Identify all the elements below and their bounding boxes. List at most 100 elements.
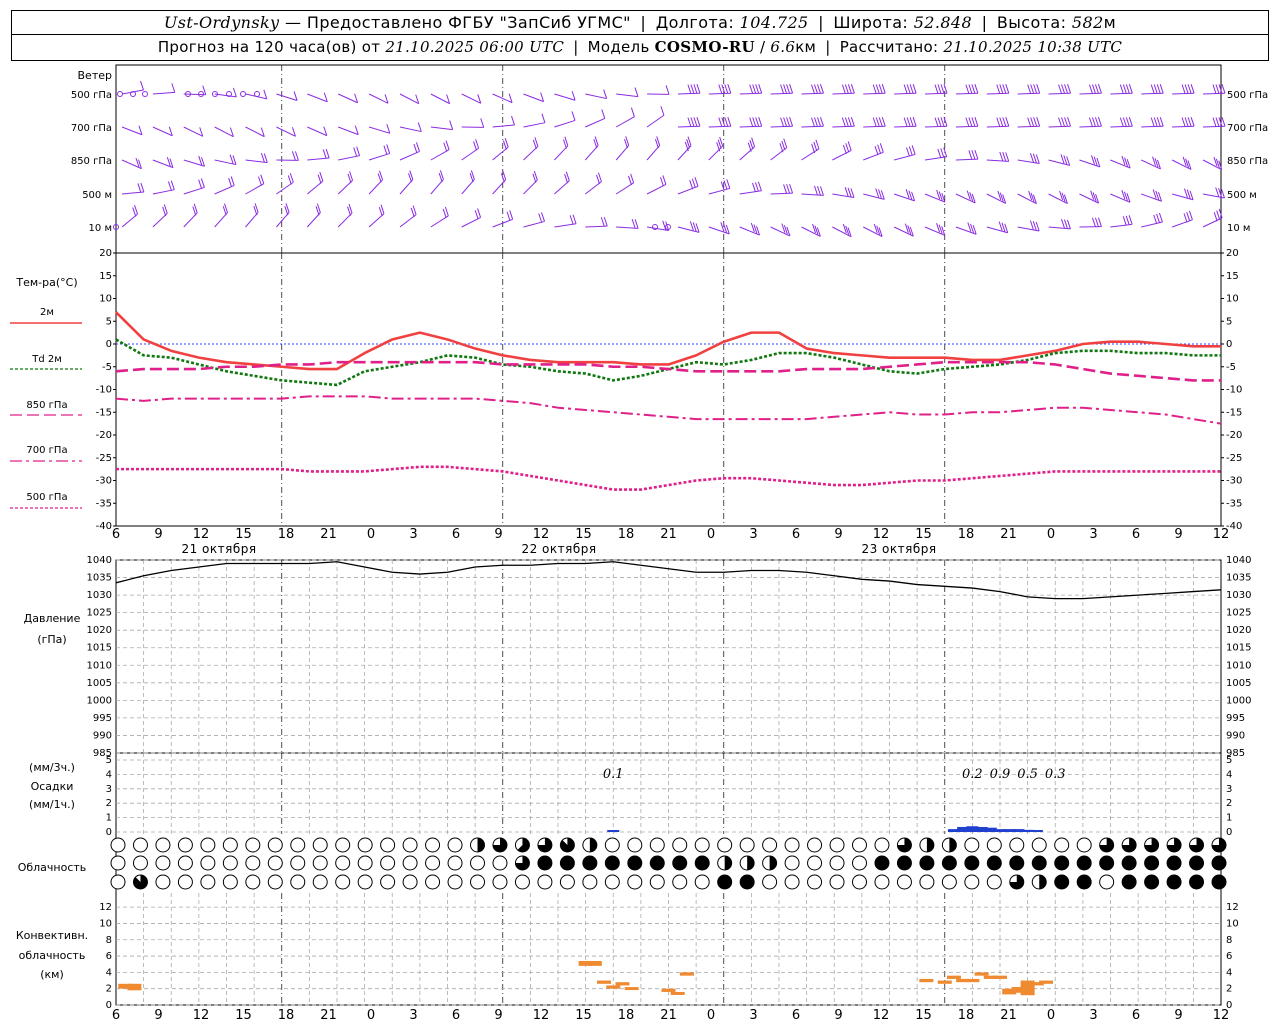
cloud-circle [267, 837, 283, 853]
cloud-symbol [537, 837, 553, 853]
wind-barb-feather [842, 144, 847, 155]
cloud-symbol [762, 837, 778, 853]
wind-barb-feather [1156, 117, 1161, 127]
wind-barb-feather [167, 181, 172, 191]
wind-barb-feather [260, 174, 265, 184]
conv-cloud-bar [606, 985, 621, 989]
wind-barb-feather [1215, 187, 1220, 197]
x-tick-label-bottom: 0 [707, 1008, 715, 1023]
cloud-symbol [1054, 855, 1070, 871]
cloud-circle [672, 837, 688, 853]
cloud-symbol [919, 837, 935, 853]
conv-title-3: (км) [40, 968, 64, 981]
cloud-symbol [1121, 855, 1137, 871]
cloud-circle [110, 874, 126, 890]
cloud-symbol [896, 874, 912, 890]
wind-barb-feather [844, 187, 849, 197]
conv-y-tick-right: 4 [1226, 967, 1232, 978]
wind-barb-feather [1028, 190, 1033, 201]
wind-barb-feather [413, 143, 418, 154]
wind-barb-feather [1061, 219, 1065, 229]
x-tick-label-bottom: 21 [1000, 1008, 1017, 1023]
pressure-y-tick-right: 1000 [1226, 695, 1251, 706]
wind-calm-circle [142, 91, 148, 97]
cloud-circle [312, 874, 328, 890]
wind-barb-feather [1128, 84, 1133, 94]
cloud-symbol [470, 837, 486, 853]
conv-cloud-bar [993, 975, 1007, 979]
wind-barb-feather [816, 185, 821, 196]
wind-barb-feather [783, 184, 788, 194]
wind-level-700hpa-right: 700 гПа [1227, 123, 1268, 134]
wind-barb-feather [937, 117, 942, 127]
cloud-symbol [739, 855, 755, 871]
cloud-symbol [200, 855, 216, 871]
cloud-circle [1121, 874, 1137, 890]
wind-barb-feather [749, 117, 754, 127]
wind-barb-feather [813, 84, 818, 94]
cloud-symbol [807, 837, 823, 853]
cloud-symbol [312, 874, 328, 890]
wind-barb-feather [443, 142, 448, 152]
cloud-circle [222, 837, 238, 853]
wind-barb-feather [718, 117, 723, 127]
wind-barb-feather [690, 84, 695, 94]
wind-barb-feather [936, 189, 941, 200]
conv-y-tick-right: 6 [1226, 951, 1232, 962]
precip-y-tick: 1 [106, 813, 112, 824]
cloud-circle [784, 837, 800, 853]
cloud-symbol [1211, 855, 1227, 871]
wind-barb-feather [696, 117, 701, 127]
cloud-symbol [717, 874, 733, 890]
wind-barb-feather [260, 152, 265, 163]
wind-barb-feather [603, 89, 608, 99]
cloud-circle [672, 855, 688, 871]
x-tick-label-temp: 18 [278, 527, 295, 542]
wind-barb-feather [783, 117, 788, 127]
wind-barb-feather [571, 91, 576, 101]
precip-y-tick-right: 4 [1226, 769, 1232, 780]
cloud-circle [986, 855, 1002, 871]
wind-barb-feather [1097, 217, 1102, 227]
x-tick-label-temp: 15 [575, 527, 592, 542]
wind-barb-feather [875, 84, 880, 94]
wind-barb-feather [758, 117, 763, 127]
conv-y-tick-right: 8 [1226, 935, 1232, 946]
wind-barb-feather [1029, 220, 1034, 230]
cloud-circle [829, 837, 845, 853]
wind-barb-feather [1033, 117, 1038, 127]
cloud-circle [290, 837, 306, 853]
pressure-title: Давление [24, 612, 81, 625]
cloud-circle [672, 874, 688, 890]
cloud-circle [627, 855, 643, 871]
cloud-circle [425, 837, 441, 853]
wind-barb-feather [1150, 117, 1155, 127]
cloud-symbol [829, 855, 845, 871]
temp-y-tick: -20 [96, 430, 112, 441]
wind-barb-feather [789, 117, 794, 127]
cloud-symbol [492, 874, 508, 890]
wind-barb-feather [971, 84, 976, 94]
wind-barb [152, 91, 175, 95]
cloud-symbol [672, 855, 688, 871]
precip-y-tick: 0 [106, 827, 112, 838]
cloud-symbol [155, 855, 171, 871]
wind-barb-feather [386, 124, 391, 134]
cloud-symbol [627, 837, 643, 853]
wind-barb-feather [912, 117, 917, 127]
wind-barb-feather [999, 192, 1004, 202]
cloud-symbol [851, 874, 867, 890]
cloud-symbol [784, 874, 800, 890]
temp-y-tick: 15 [99, 271, 112, 282]
wind-barb-feather [877, 144, 882, 154]
precip-y-tick: 2 [106, 798, 112, 809]
wind-barb-feather [630, 107, 635, 117]
wind-barb-feather [1213, 212, 1218, 222]
wind-barb [338, 126, 359, 136]
x-tick-label-temp: 18 [958, 527, 975, 542]
legend-t700-label: 700 гПа [26, 445, 67, 456]
cloud-circle [1211, 855, 1227, 871]
wind-barb-feather [693, 84, 698, 94]
cloud-circle [1009, 855, 1025, 871]
conv-cloud-bar [597, 980, 612, 984]
